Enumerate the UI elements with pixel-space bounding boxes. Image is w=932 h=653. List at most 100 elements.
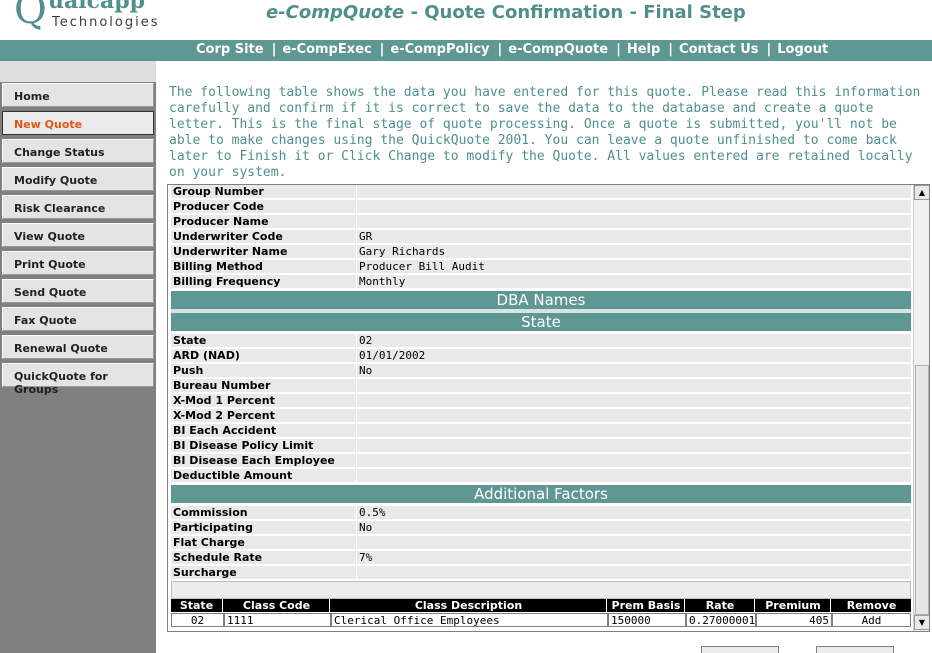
detail-label: Producer Code — [171, 200, 356, 214]
cell-prem-basis: 150000 — [608, 613, 686, 627]
col-prem-basis: Prem Basis — [608, 599, 685, 612]
detail-row: Underwriter Code GR — [171, 230, 911, 245]
detail-label: Underwriter Name — [171, 245, 356, 259]
col-rate: Rate — [686, 599, 755, 612]
detail-row: Push No — [171, 364, 911, 379]
nav-separator: | — [497, 42, 503, 57]
scroll-up-icon[interactable]: ▲ — [914, 185, 929, 200]
detail-row: Commission 0.5% — [171, 506, 911, 521]
cell-premium: 405 — [756, 613, 832, 627]
nav-separator: | — [616, 42, 621, 57]
logo-subtitle: Technologies — [52, 15, 160, 30]
detail-row: Underwriter Name Gary Richards — [171, 245, 911, 260]
detail-label: BI Disease Policy Limit — [171, 439, 356, 453]
cell-add-link[interactable]: Add — [832, 613, 911, 627]
change-button[interactable] — [701, 646, 779, 653]
sidebar-item-risk-clearance[interactable]: Risk Clearance — [2, 195, 154, 219]
logo-word: ualcapp — [48, 0, 146, 14]
detail-value — [357, 469, 911, 483]
cell-class-code: 1111 — [224, 613, 331, 627]
sidebar-item-quickquote-groups[interactable]: QuickQuote for Groups — [2, 363, 154, 396]
scroll-down-icon[interactable]: ▼ — [914, 615, 929, 630]
table-row: 02 1111 Clerical Office Employees 150000… — [171, 613, 911, 627]
nav-separator: | — [766, 42, 772, 57]
detail-label: Participating — [171, 521, 356, 535]
submit-button[interactable] — [816, 646, 894, 653]
detail-value — [357, 536, 911, 550]
section-state: State — [171, 313, 911, 331]
detail-label: X-Mod 2 Percent — [171, 409, 356, 423]
detail-row: Schedule Rate 7% — [171, 551, 911, 566]
detail-value: 01/01/2002 — [357, 349, 911, 363]
col-premium: Premium — [756, 599, 831, 612]
section-dba-names: DBA Names — [171, 291, 911, 309]
detail-value — [357, 454, 911, 468]
detail-row: Deductible Amount — [171, 469, 911, 484]
top-navigation: Corp Site | e-CompExec | e-CompPolicy | e-Comp… — [0, 40, 932, 61]
vertical-scrollbar[interactable]: ▲ ▼ — [913, 185, 929, 631]
nav-separator: | — [379, 42, 385, 57]
col-class-description: Class Description — [331, 599, 607, 612]
nav-ecomppolicy[interactable]: e-CompPolicy — [390, 42, 489, 57]
detail-label: Deductible Amount — [171, 469, 356, 483]
detail-value: 7% — [357, 551, 911, 565]
col-remove: Remove — [846, 599, 897, 612]
sidebar-item-change-status[interactable]: Change Status — [2, 139, 154, 163]
nav-contact-us[interactable]: Contact Us — [679, 42, 758, 57]
detail-value: Gary Richards — [357, 245, 911, 259]
detail-value: 0.5% — [357, 506, 911, 520]
detail-row: Participating No — [171, 521, 911, 536]
detail-row: Group Number — [171, 185, 911, 200]
detail-value — [357, 394, 911, 408]
detail-row: Surcharge — [171, 566, 911, 581]
detail-label: ARD (NAD) — [171, 349, 356, 363]
detail-label: Group Number — [171, 185, 356, 199]
detail-row: Billing Frequency Monthly — [171, 275, 911, 290]
detail-value — [357, 409, 911, 423]
scroll-thumb[interactable] — [915, 365, 929, 615]
nav-logout[interactable]: Logout — [777, 42, 828, 57]
sidebar-item-home[interactable]: Home — [2, 83, 154, 107]
page-title-text: - Quote Confirmation - Final Step — [404, 2, 746, 23]
detail-value — [357, 200, 911, 214]
sidebar-item-modify-quote[interactable]: Modify Quote — [2, 167, 154, 191]
detail-label: Billing Method — [171, 260, 356, 274]
page-title: e-CompQuote - Quote Confirmation - Final… — [266, 2, 746, 23]
spacer-row — [171, 581, 911, 599]
detail-label: BI Each Accident — [171, 424, 356, 438]
sidebar: Home New Quote Change Status Modify Quot… — [0, 61, 156, 653]
sidebar-item-print-quote[interactable]: Print Quote — [2, 251, 154, 275]
detail-row: ARD (NAD) 01/01/2002 — [171, 349, 911, 364]
detail-label: BI Disease Each Employee — [171, 454, 356, 468]
nav-help[interactable]: Help — [627, 42, 660, 57]
detail-row: Billing Method Producer Bill Audit — [171, 260, 911, 275]
qualcapp-logo: Q ualcapp Technologies — [14, 0, 174, 40]
detail-value — [357, 566, 911, 580]
nav-ecompquote[interactable]: e-CompQuote — [508, 42, 608, 57]
detail-label: Billing Frequency — [171, 275, 356, 289]
quote-details-frame[interactable]: Group Number Producer Code Producer Name… — [167, 184, 930, 632]
detail-value: 02 — [357, 334, 911, 348]
detail-label: Push — [171, 364, 356, 378]
detail-row: X-Mod 1 Percent — [171, 394, 911, 409]
detail-label: Surcharge — [171, 566, 356, 580]
sidebar-item-send-quote[interactable]: Send Quote — [2, 279, 154, 303]
cell-class-description: Clerical Office Employees — [331, 613, 608, 627]
nav-corp-site[interactable]: Corp Site — [196, 42, 264, 57]
sidebar-item-renewal-quote[interactable]: Renewal Quote — [2, 335, 154, 359]
detail-value: Producer Bill Audit — [357, 260, 911, 274]
nav-ecompexec[interactable]: e-CompExec — [282, 42, 371, 57]
cell-rate: 0.27000001 — [686, 613, 756, 627]
logo-letter: Q — [14, 0, 47, 33]
sidebar-item-view-quote[interactable]: View Quote — [2, 223, 154, 247]
detail-label: Producer Name — [171, 215, 356, 229]
detail-row: State 02 — [171, 334, 911, 349]
sidebar-item-fax-quote[interactable]: Fax Quote — [2, 307, 154, 331]
col-state: State — [171, 599, 223, 612]
nav-separator: | — [271, 42, 277, 57]
detail-row: Producer Name — [171, 215, 911, 230]
detail-value — [357, 185, 911, 199]
section-additional-factors: Additional Factors — [171, 485, 911, 503]
detail-value: Monthly — [357, 275, 911, 289]
sidebar-item-new-quote[interactable]: New Quote — [2, 111, 154, 135]
